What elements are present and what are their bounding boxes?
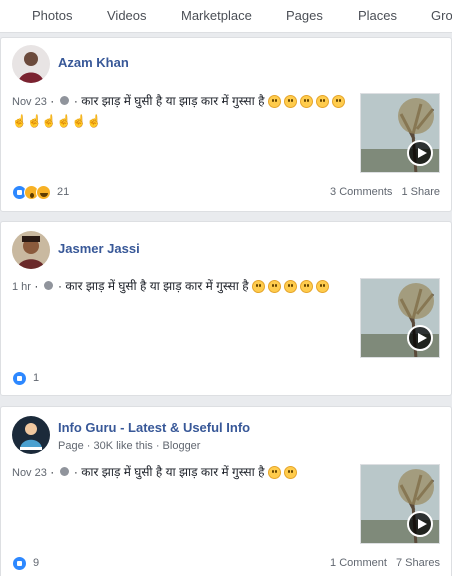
hand-emoji: ☝ [26, 113, 42, 128]
post-text: Nov 23 · · कार झाड़ में घुसी है या झाड़ … [12, 92, 350, 129]
hand-emoji: ☝ [71, 113, 87, 128]
play-icon[interactable] [407, 325, 433, 351]
post-card: Info Guru - Latest & Useful Info Page · … [0, 406, 452, 576]
video-thumbnail[interactable] [360, 278, 440, 358]
tab-videos[interactable]: Videos [107, 8, 147, 23]
play-icon[interactable] [407, 140, 433, 166]
post-text: 1 hr · · कार झाड़ में घुसी है या झाड़ का… [12, 277, 350, 296]
hand-emoji: ☝ [41, 113, 57, 128]
post-timestamp[interactable]: Nov 23 [12, 467, 47, 479]
reaction-summary[interactable]: 21 [12, 183, 69, 201]
hand-emoji: ☝ [12, 113, 27, 128]
hand-emoji: ☝ [86, 113, 102, 128]
smile-emoji [315, 280, 329, 294]
reaction-count: 9 [33, 557, 40, 569]
like-reaction-icon [12, 555, 27, 571]
engagement-counts: 1 Comment 7 Shares [324, 557, 440, 569]
post-timestamp[interactable]: Nov 23 [12, 96, 47, 108]
like-reaction-icon [12, 370, 27, 386]
globe-icon [43, 281, 53, 291]
post-text: Nov 23 · · कार झाड़ में घुसी है या झाड़ … [12, 463, 350, 482]
shares-link[interactable]: 7 Shares [396, 557, 440, 569]
smile-emoji [267, 466, 281, 480]
smile-emoji [315, 95, 329, 109]
hand-emoji: ☝ [56, 113, 72, 128]
search-filter-tabs: Photos Videos Marketplace Pages Places G… [0, 0, 452, 33]
smile-emoji [331, 95, 345, 109]
smile-emoji [299, 280, 313, 294]
author-name[interactable]: Info Guru - Latest & Useful Info [58, 420, 250, 435]
post-timestamp[interactable]: 1 hr [12, 281, 31, 293]
smile-emoji [267, 280, 281, 294]
author-name[interactable]: Azam Khan [58, 55, 129, 70]
shares-link[interactable]: 1 Share [401, 186, 440, 198]
avatar[interactable] [12, 45, 50, 83]
smile-emoji [283, 95, 297, 109]
haha-reaction-icon [36, 184, 51, 200]
tab-groups[interactable]: Gro [431, 8, 452, 23]
smile-emoji [251, 280, 265, 294]
author-name[interactable]: Jasmer Jassi [58, 241, 140, 256]
post-message: कार झाड़ में घुसी है या झाड़ कार में गुस… [81, 94, 265, 108]
avatar[interactable] [12, 416, 50, 454]
reaction-summary[interactable]: 1 [12, 369, 39, 387]
globe-icon [59, 467, 69, 477]
engagement-counts: 3 Comments 1 Share [324, 186, 440, 198]
video-thumbnail[interactable] [360, 93, 440, 173]
avatar[interactable] [12, 231, 50, 269]
reaction-count: 1 [33, 372, 40, 384]
post-card: Jasmer Jassi 1 hr · · कार झाड़ में घुसी … [0, 221, 452, 396]
smile-emoji [267, 95, 281, 109]
tab-places[interactable]: Places [358, 8, 397, 23]
comments-link[interactable]: 3 Comments [330, 186, 392, 198]
tab-marketplace[interactable]: Marketplace [181, 8, 252, 23]
smile-emoji [299, 95, 313, 109]
tab-photos[interactable]: Photos [32, 8, 72, 23]
play-icon[interactable] [407, 511, 433, 537]
post-message: कार झाड़ में घुसी है या झाड़ कार में गुस… [65, 279, 249, 293]
page-subline: Page · 30K like this · Blogger [58, 440, 201, 452]
reaction-count: 21 [57, 186, 70, 198]
post-card: Azam Khan Nov 23 · · कार झाड़ में घुसी ह… [0, 37, 452, 212]
reaction-summary[interactable]: 9 [12, 554, 39, 572]
post-message: कार झाड़ में घुसी है या झाड़ कार में गुस… [81, 465, 265, 479]
smile-emoji [283, 280, 297, 294]
comments-link[interactable]: 1 Comment [330, 557, 387, 569]
video-thumbnail[interactable] [360, 464, 440, 544]
globe-icon [59, 96, 69, 106]
tab-pages[interactable]: Pages [286, 8, 323, 23]
smile-emoji [283, 466, 297, 480]
separator: · [50, 94, 58, 108]
